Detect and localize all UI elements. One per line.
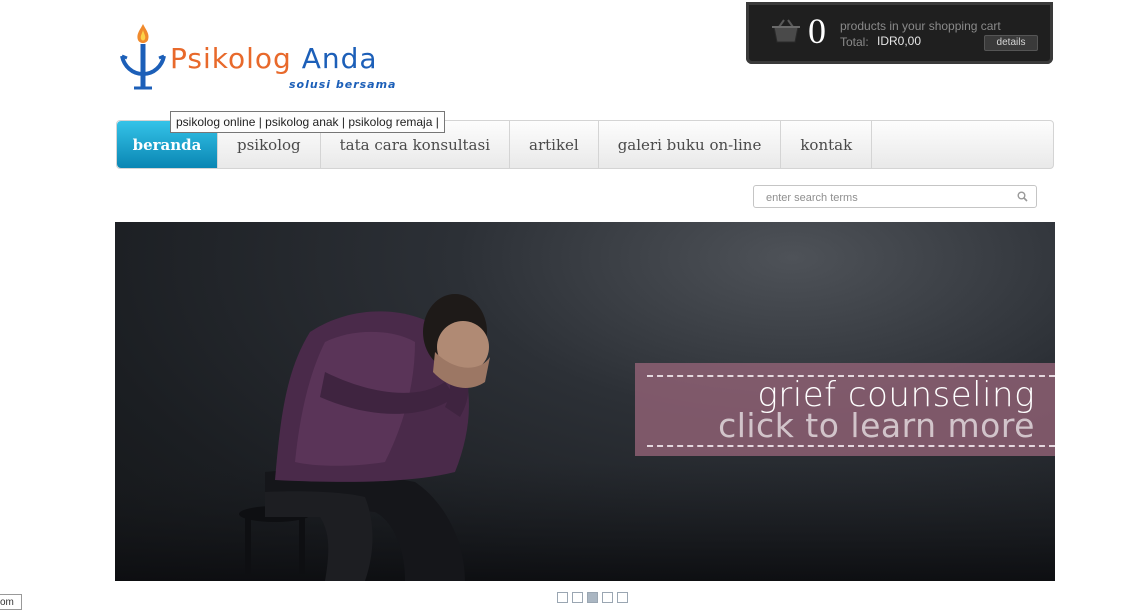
slider-dot[interactable] (602, 592, 613, 603)
slider-dot[interactable] (557, 592, 568, 603)
cart-description: products in your shopping cart (840, 19, 1001, 33)
nav-tooltip: psikolog online | psikolog anak | psikol… (170, 111, 445, 133)
site-logo[interactable]: Psikolog Anda solusi bersama (118, 22, 418, 96)
logo-title-part1: Psikolog (170, 42, 292, 75)
logo-title-part2: Anda (301, 42, 378, 75)
banner-subtitle: click to learn more (718, 406, 1035, 445)
logo-tagline: solusi bersama (289, 78, 397, 91)
banner-caption[interactable]: grief counseling click to learn more (635, 363, 1055, 456)
nav-item-artikel[interactable]: artikel (510, 121, 599, 168)
search-input[interactable] (764, 189, 1008, 207)
status-bar-fragment: om (0, 594, 22, 610)
cart-details-button[interactable]: details (984, 35, 1038, 51)
cart-total-label: Total: (840, 35, 869, 49)
psi-lotus-icon (120, 24, 166, 90)
search-box (753, 185, 1037, 208)
logo-title: Psikolog Anda (170, 42, 378, 75)
caption-dash-bottom (647, 445, 1055, 447)
slider-dot[interactable] (617, 592, 628, 603)
basket-icon (772, 19, 800, 43)
slider-pagination (557, 592, 628, 603)
shopping-cart-widget: 0 products in your shopping cart Total: … (746, 2, 1053, 64)
cart-count: 0 (808, 11, 826, 51)
hero-banner[interactable]: grief counseling click to learn more (115, 222, 1055, 581)
nav-item-kontak[interactable]: kontak (781, 121, 873, 168)
cart-total-value: IDR0,00 (877, 34, 922, 48)
slider-dot[interactable] (572, 592, 583, 603)
search-icon[interactable] (1017, 191, 1028, 202)
slider-dot-active[interactable] (587, 592, 598, 603)
nav-item-galeri-buku[interactable]: galeri buku on-line (599, 121, 782, 168)
